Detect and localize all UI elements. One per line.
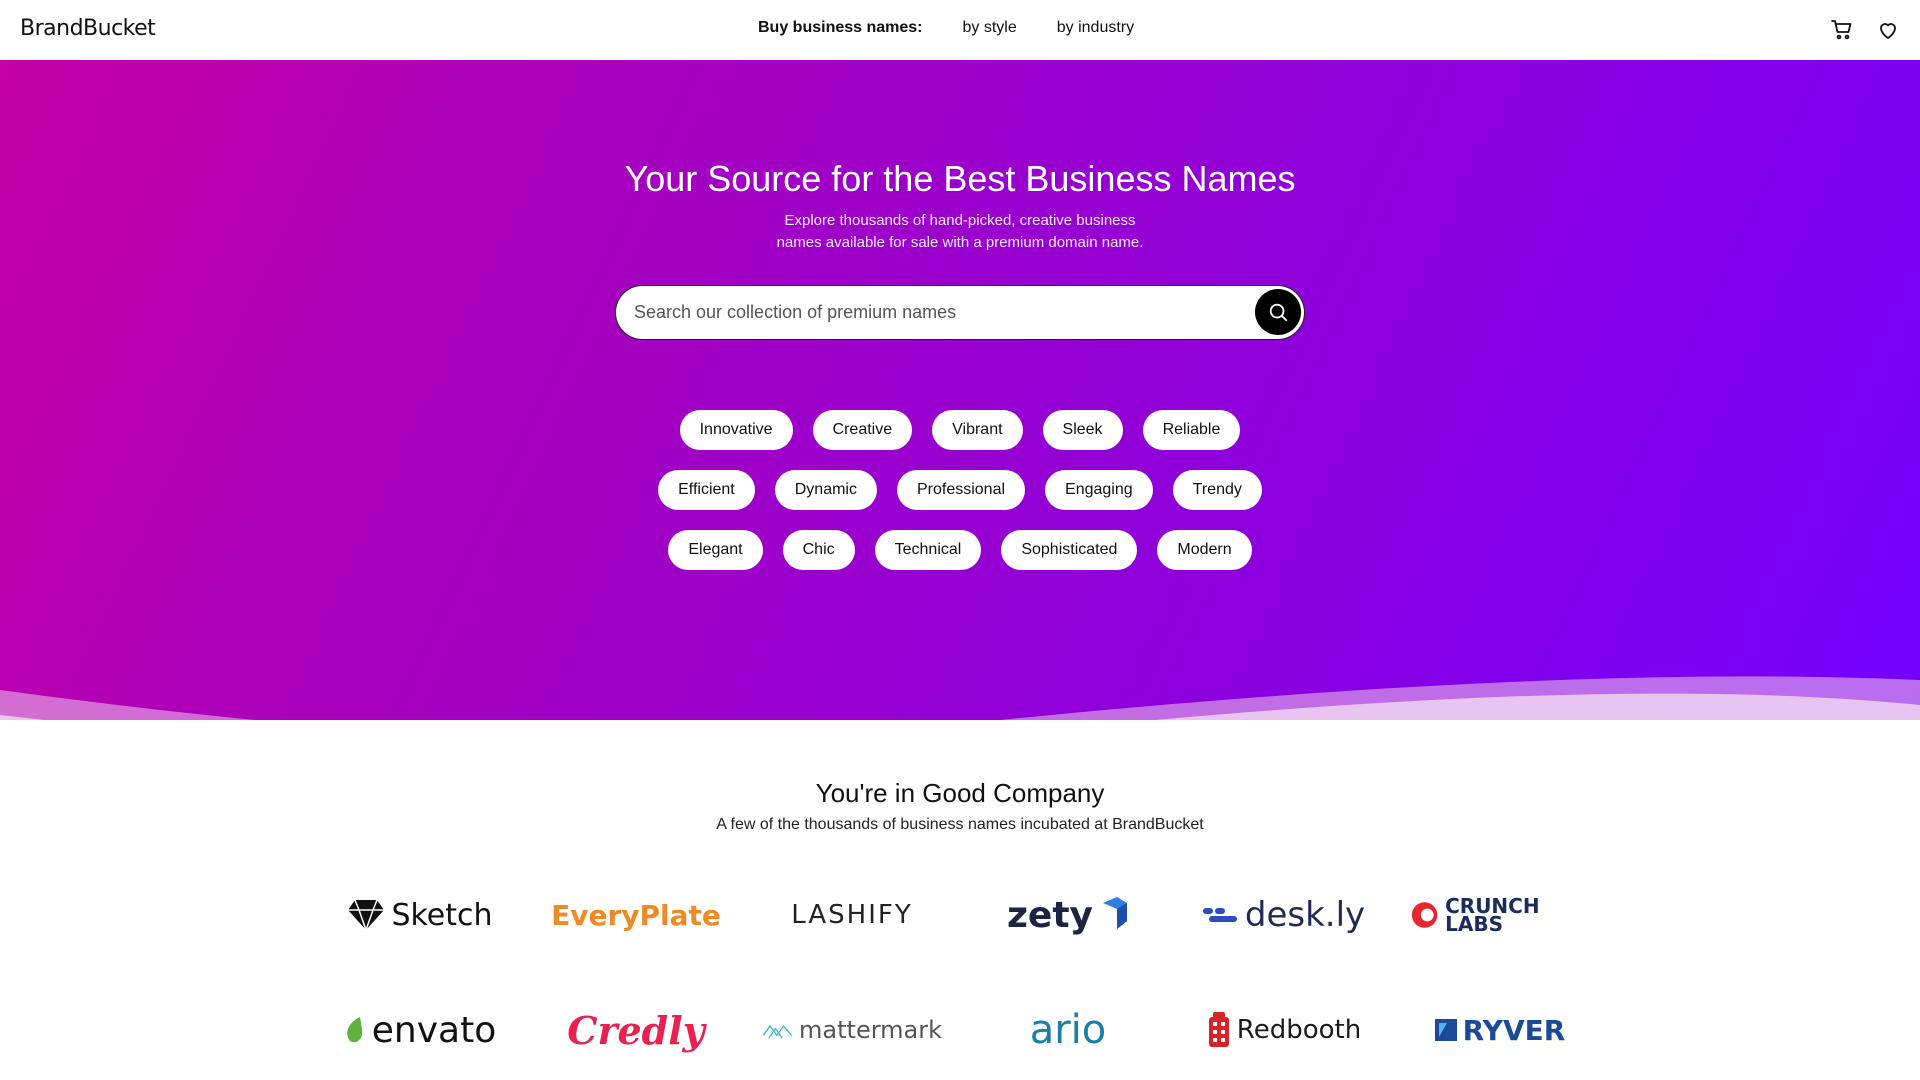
logo-row: Sketch EveryPlate LASHIFY zety desk.ly C… (330, 880, 1590, 950)
style-tags: Innovative Creative Vibrant Sleek Reliab… (0, 410, 1920, 590)
tag-creative[interactable]: Creative (812, 410, 913, 450)
hero-title: Your Source for the Best Business Names (624, 158, 1296, 199)
search-bar (615, 285, 1305, 340)
logo-crunchlabs: CRUNCH LABS (1410, 896, 1590, 934)
tag-professional[interactable]: Professional (896, 470, 1026, 510)
hero-subtitle: Explore thousands of hand-picked, creati… (776, 212, 1144, 251)
cart-icon[interactable] (1830, 18, 1854, 42)
logo-ario: ario (1029, 1007, 1107, 1053)
nav-link-by-style[interactable]: by style (963, 19, 1017, 37)
leaf-icon (346, 1017, 363, 1043)
tag-row: Innovative Creative Vibrant Sleek Reliab… (0, 410, 1920, 450)
logo-mattermark: mattermark (762, 1016, 942, 1044)
logo-row: envato Credly mattermark ario Redbooth R… (330, 995, 1590, 1065)
mattermark-icon (762, 1024, 793, 1039)
tag-dynamic[interactable]: Dynamic (774, 470, 877, 510)
search-button[interactable] (1255, 289, 1301, 335)
logo-redbooth: Redbooth (1194, 1011, 1374, 1049)
ryver-icon (1434, 1019, 1457, 1041)
tag-modern[interactable]: Modern (1157, 530, 1252, 570)
main-nav: Buy business names: by style by industry (758, 19, 1174, 37)
tag-trendy[interactable]: Trendy (1172, 470, 1262, 510)
logo-lashify: LASHIFY (791, 900, 913, 930)
tag-efficient[interactable]: Efficient (658, 470, 755, 510)
brandbucket-logo[interactable]: BrandBucket (20, 16, 156, 41)
search-input[interactable] (634, 286, 1214, 338)
tag-innovative[interactable]: Innovative (679, 410, 793, 450)
tag-engaging[interactable]: Engaging (1045, 470, 1153, 510)
top-header: BrandBucket Buy business names: by style… (0, 0, 1920, 60)
logo-deskly: desk.ly (1194, 895, 1374, 935)
logo-everyplate: EveryPlate (551, 898, 721, 932)
diamond-icon (348, 899, 385, 932)
tag-vibrant[interactable]: Vibrant (932, 410, 1023, 450)
tag-row: Elegant Chic Technical Sophisticated Mod… (0, 530, 1920, 570)
hero-section: Your Source for the Best Business Names … (0, 60, 1920, 720)
dots-icon (1202, 908, 1237, 922)
tag-row: Efficient Dynamic Professional Engaging … (0, 470, 1920, 510)
client-logos: Sketch EveryPlate LASHIFY zety desk.ly C… (330, 880, 1590, 1080)
hero-wave-divider (0, 676, 1920, 720)
tag-sleek[interactable]: Sleek (1042, 410, 1123, 450)
logo-ryver: RYVER (1410, 1014, 1590, 1047)
nav-label: Buy business names: (758, 19, 923, 36)
tag-elegant[interactable]: Elegant (668, 530, 763, 570)
cube-icon (1103, 897, 1128, 929)
logo-zety: zety (978, 895, 1158, 936)
logo-sketch: Sketch (330, 898, 510, 933)
tag-chic[interactable]: Chic (782, 530, 855, 570)
tag-reliable[interactable]: Reliable (1142, 410, 1241, 450)
tag-sophisticated[interactable]: Sophisticated (1001, 530, 1138, 570)
nav-link-by-industry[interactable]: by industry (1057, 19, 1134, 37)
company-subtitle: A few of the thousands of business names… (716, 816, 1204, 833)
tag-technical[interactable]: Technical (874, 530, 982, 570)
redbooth-icon (1208, 1012, 1229, 1047)
search-icon (1269, 303, 1288, 322)
company-title: You're in Good Company (815, 778, 1105, 808)
crunch-c-icon (1411, 902, 1438, 928)
header-icons (1830, 18, 1900, 42)
heart-icon[interactable] (1876, 18, 1900, 42)
logo-credly: Credly (567, 1007, 705, 1053)
logo-envato: envato (330, 1010, 510, 1051)
